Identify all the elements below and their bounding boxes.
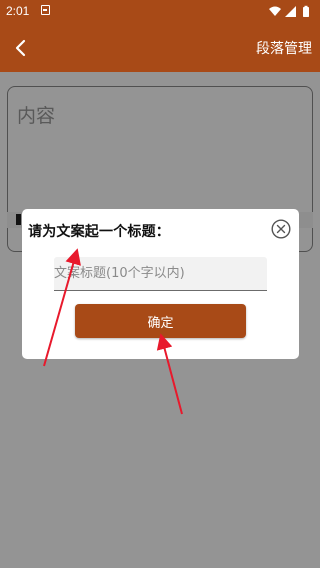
screen: 2:01 段落管理 内容 请为文案起一个标题： 文案标题(10个字以内) 确定 [0, 0, 320, 568]
battery-icon [303, 5, 309, 17]
status-icons [269, 5, 309, 17]
confirm-button[interactable]: 确定 [75, 304, 246, 338]
page-title: 段落管理 [256, 41, 312, 57]
title-dialog: 请为文案起一个标题： 确定 [22, 209, 299, 359]
signal-icon [285, 6, 296, 17]
title-input[interactable] [54, 257, 267, 291]
back-arrow-icon[interactable] [10, 38, 30, 58]
status-bar: 2:01 [0, 0, 320, 24]
dialog-title: 请为文案起一个标题： [28, 224, 170, 240]
wifi-icon [269, 6, 281, 16]
status-time: 2:01 [6, 4, 30, 18]
notification-icon [41, 5, 50, 15]
close-icon[interactable] [271, 219, 291, 239]
app-bar: 段落管理 [0, 24, 320, 72]
